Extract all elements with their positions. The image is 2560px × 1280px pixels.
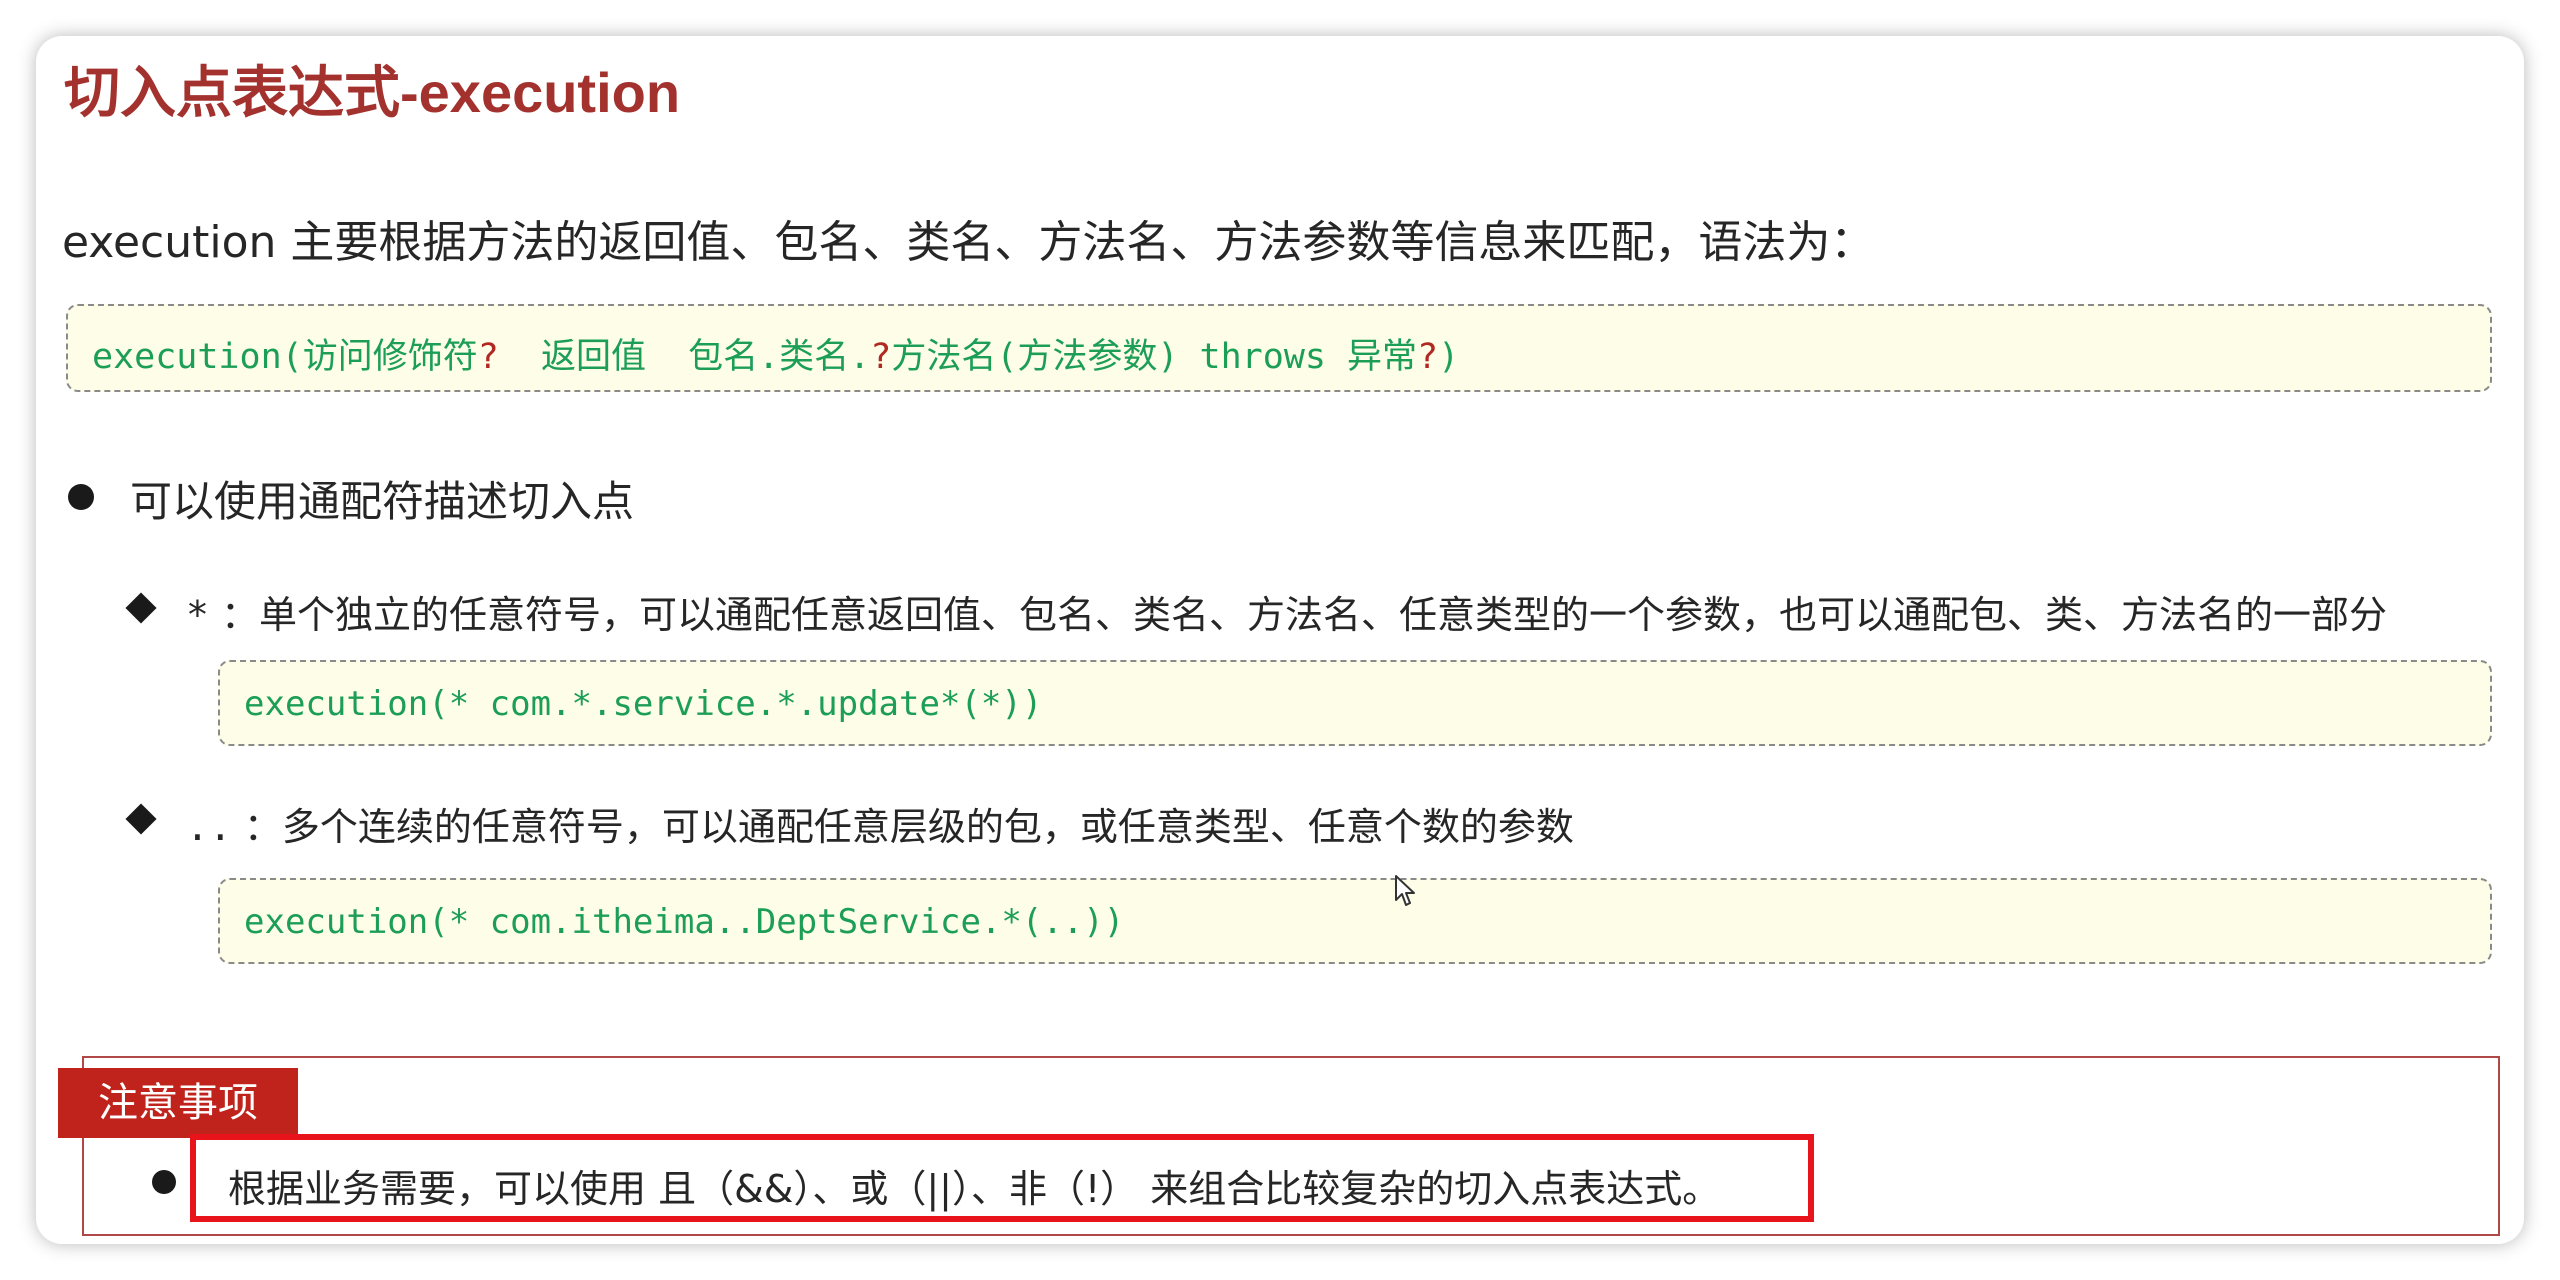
- optional-mark: ?: [477, 337, 499, 377]
- syntax-part: 返回值 包名.类名.: [498, 337, 871, 377]
- star-example-code: execution(* com.*.service.*.update*(*)): [218, 660, 2492, 746]
- star-symbol: *: [186, 593, 209, 637]
- wildcard-heading: 可以使用通配符描述切入点: [130, 477, 635, 526]
- mouse-cursor-icon: [1395, 875, 1415, 906]
- syntax-part: ): [1438, 337, 1460, 377]
- note-text: 根据业务需要，可以使用 且（&&）、或（||）、非（!） 来组合比较复杂的切入点…: [228, 1167, 1721, 1211]
- bullet-icon: [68, 484, 94, 510]
- syntax-part: 方法名(方法参数) throws 异常: [891, 337, 1418, 377]
- dots-wildcard-desc: .. ：多个连续的任意符号，可以通配任意层级的包，或任意类型、任意个数的参数: [186, 796, 1574, 851]
- dots-desc-text: ：多个连续的任意符号，可以通配任意层级的包，或任意类型、任意个数的参数: [243, 805, 1574, 849]
- dots-example-code: execution(* com.itheima..DeptService.*(.…: [218, 878, 2492, 964]
- syntax-part: execution(访问修饰符: [92, 337, 478, 377]
- optional-mark: ?: [870, 337, 892, 377]
- optional-mark: ?: [1417, 337, 1439, 377]
- note-tag: 注意事项: [58, 1068, 298, 1138]
- page-title: 切入点表达式-execution: [64, 61, 681, 124]
- star-wildcard-desc: * ：单个独立的任意符号，可以通配任意返回值、包名、类名、方法名、任意类型的一个…: [186, 584, 2387, 639]
- star-desc-text: ：单个独立的任意符号，可以通配任意返回值、包名、类名、方法名、任意类型的一个参数…: [220, 593, 2387, 637]
- dots-symbol: ..: [186, 805, 232, 849]
- syntax-code-block: execution(访问修饰符? 返回值 包名.类名.?方法名(方法参数) th…: [66, 304, 2492, 392]
- bullet-icon: [152, 1170, 176, 1194]
- intro-text: execution 主要根据方法的返回值、包名、类名、方法名、方法参数等信息来匹…: [62, 217, 1875, 268]
